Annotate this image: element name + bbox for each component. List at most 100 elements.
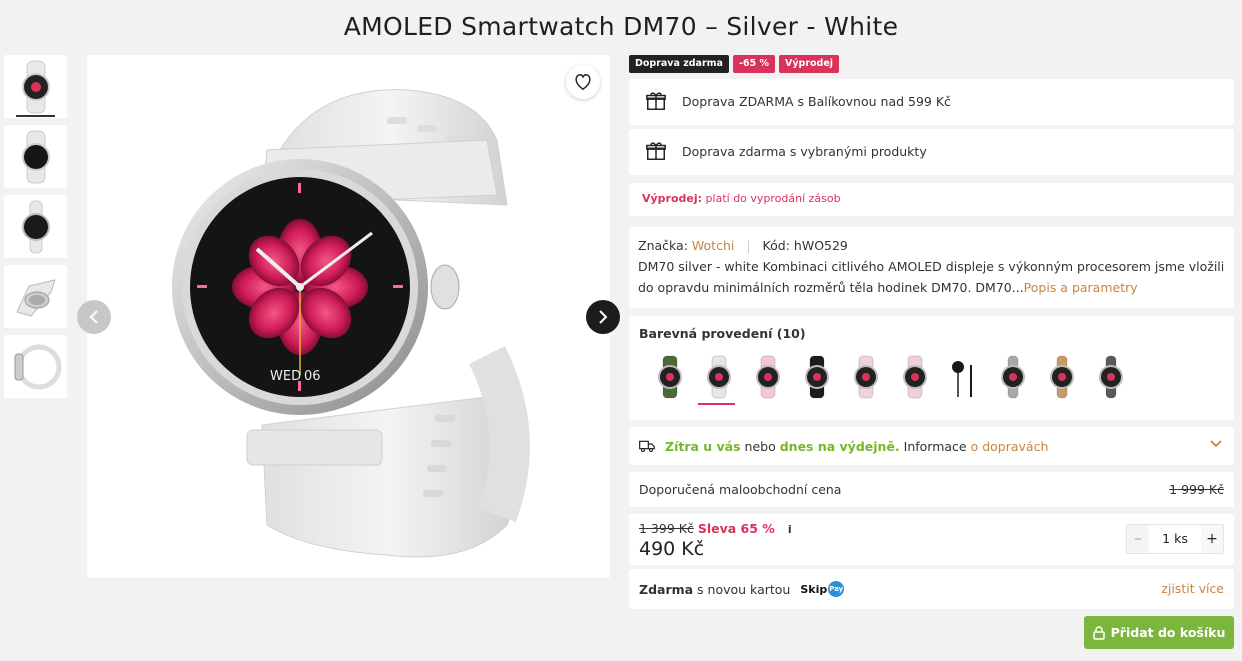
skippay-free: Zdarma (639, 581, 694, 597)
qty-plus-button[interactable]: + (1201, 525, 1223, 553)
page-title: AMOLED Smartwatch DM70 – Silver - White (343, 12, 899, 41)
swatch-watch-image (657, 355, 682, 399)
color-variants: Barevná provedení (10) (629, 316, 1234, 420)
chevron-left-icon (89, 310, 98, 324)
lock-icon (1092, 625, 1105, 640)
quantity-stepper: – 1 ks + (1126, 524, 1224, 554)
color-swatch[interactable] (841, 355, 890, 403)
price-box: 1 399 Kč Sleva 65 % i 490 Kč – 1 ks + (629, 514, 1234, 565)
thumbnail-4[interactable] (4, 265, 67, 328)
skippay-logo-badge: Pay (828, 581, 845, 597)
delivery-today: dnes na výdejně. (779, 438, 900, 454)
thumbnail-2[interactable] (4, 125, 67, 188)
heart-icon (575, 74, 591, 90)
badge-sale: Výprodej (778, 55, 840, 73)
add-to-cart-label: Přidat do košíku (1110, 625, 1226, 640)
watch-thumb-image (21, 130, 50, 183)
add-to-cart-button[interactable]: Přidat do košíku (1084, 616, 1234, 649)
current-price: 490 Kč (639, 538, 705, 560)
chevron-down-icon (1210, 440, 1222, 448)
delivery-info[interactable]: Zítra u vás nebo dnes na výdejně. Inform… (629, 427, 1234, 465)
color-swatch[interactable] (939, 355, 988, 403)
rrp-value: 1 999 Kč (1169, 482, 1224, 497)
sale-notice: Výprodej: platí do vyprodání zásob (629, 183, 1234, 216)
color-swatch[interactable] (694, 355, 743, 405)
thumbnail-3[interactable] (4, 195, 67, 258)
qty-input[interactable]: 1 ks (1149, 525, 1201, 553)
color-swatch[interactable] (743, 355, 792, 403)
gift-icon (646, 92, 666, 110)
watch-thumb-image (21, 200, 50, 253)
color-variants-title: Barevná provedení (10) (639, 326, 806, 341)
old-price: 1 399 Kč (639, 521, 694, 536)
sale-label: Výprodej: (642, 192, 703, 205)
shipping-text: Doprava ZDARMA s Balíkovnou nad 599 Kč (682, 93, 951, 109)
watch-thumb-image (21, 60, 50, 113)
color-swatch[interactable] (890, 355, 939, 403)
shipping-card-2: Doprava zdarma s vybranými produkty (629, 129, 1234, 175)
product-details: Doprava zdarma -65 % Výprodej (629, 55, 1234, 73)
thumbnail-5[interactable] (4, 335, 67, 398)
swatch-watch-image (902, 355, 927, 399)
old-price-row: 1 399 Kč Sleva 65 % i (639, 521, 797, 536)
gift-icon (646, 142, 666, 160)
shipping-text: Doprava zdarma s vybranými produkty (682, 143, 927, 159)
thumbnail-1[interactable] (4, 55, 67, 118)
skippay-offer: Zdarma s novou kartou Skip Pay zjistit v… (629, 569, 1234, 609)
recommended-price: Doporučená maloobchodní cena 1 999 Kč (629, 472, 1234, 507)
swatch-watch-image (1000, 355, 1025, 399)
skippay-logo: Skip Pay (800, 581, 845, 597)
info-icon[interactable]: i (783, 523, 797, 536)
code-label: Kód: (762, 238, 790, 253)
swatch-watch-image (1049, 355, 1074, 399)
watch-thumb-image (15, 278, 56, 317)
watch-thumb-image (14, 344, 61, 389)
color-swatch[interactable] (1037, 355, 1086, 403)
shipping-row: Doprava zdarma s vybranými produkty (629, 129, 1234, 173)
delivery-tomorrow: Zítra u vás (665, 438, 741, 454)
watch-date-label: WED (270, 369, 301, 384)
skippay-text: s novou kartou (693, 581, 791, 597)
wishlist-button[interactable] (566, 65, 600, 99)
thumbnail-list (4, 55, 67, 405)
brand-code-row: Značka: Wotchi | Kód: hWO529 (638, 235, 1225, 256)
brand-label: Značka: (638, 238, 688, 253)
description-more-link[interactable]: Popis a parametry (1024, 280, 1138, 295)
swatch-list (645, 355, 1224, 405)
product-description: DM70 silver - white Kombinaci citlivého … (638, 256, 1225, 298)
separator: | (746, 238, 751, 253)
swatch-watch-image (951, 361, 972, 397)
badge-row: Doprava zdarma -65 % Výprodej (629, 55, 1234, 73)
color-swatch[interactable] (1086, 355, 1135, 403)
color-swatch[interactable] (645, 355, 694, 403)
badge-discount: -65 % (732, 55, 775, 73)
watch-day-label: 06 (304, 369, 321, 384)
delivery-info-label: Informace (899, 438, 971, 454)
gallery-prev-button[interactable] (77, 300, 111, 334)
product-info: Značka: Wotchi | Kód: hWO529 DM70 silver… (629, 227, 1234, 308)
skippay-logo-text: Skip (800, 582, 828, 596)
swatch-watch-image (804, 355, 829, 399)
swatch-watch-image (755, 355, 780, 399)
color-swatch[interactable] (988, 355, 1037, 403)
badge-free-shipping: Doprava zdarma (629, 55, 729, 73)
qty-minus-button[interactable]: – (1127, 525, 1149, 553)
product-code: hWO529 (793, 238, 848, 253)
color-swatch[interactable] (792, 355, 841, 403)
swatch-watch-image (853, 355, 878, 399)
skippay-more-link[interactable]: zjistit více (1161, 581, 1224, 596)
shipping-row: Doprava ZDARMA s Balíkovnou nad 599 Kč (629, 79, 1234, 123)
rrp-label: Doporučená maloobchodní cena (639, 482, 842, 497)
brand-link[interactable]: Wotchi (692, 238, 734, 253)
watch-image: WED 06 (172, 89, 530, 558)
delivery-link[interactable]: o dopravách (971, 439, 1049, 454)
product-main-image: WED 06 (87, 55, 610, 578)
swatch-watch-image (1098, 355, 1123, 399)
chevron-right-icon (599, 310, 608, 324)
sale-text: platí do vyprodání zásob (702, 192, 841, 205)
delivery-or: nebo (740, 438, 780, 454)
discount-label: Sleva 65 % (697, 521, 775, 536)
shipping-card-1: Doprava ZDARMA s Balíkovnou nad 599 Kč (629, 79, 1234, 125)
gallery-next-button[interactable] (586, 300, 620, 334)
swatch-watch-image (706, 355, 731, 399)
